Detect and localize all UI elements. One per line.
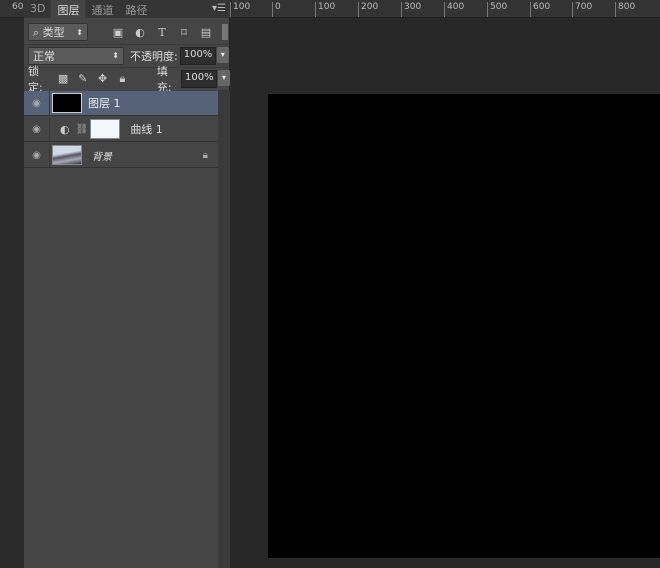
panel-menu-icon[interactable]: ▾☰	[212, 3, 226, 14]
image-filter-icon[interactable]: ▣	[110, 26, 126, 39]
lock-all-icon[interactable]: 🔒︎	[116, 72, 130, 86]
blend-mode-value: 正常	[33, 49, 55, 63]
panel-tabs: 3D 图层 通道 路径 ▾☰	[24, 0, 230, 18]
ruler-label: 500	[487, 2, 507, 17]
fill-input[interactable]: 100%	[181, 69, 218, 88]
ruler-label: 400	[444, 2, 464, 17]
layer-name: 曲线 1	[130, 123, 163, 136]
opacity-dropdown[interactable]: ▾	[216, 46, 229, 63]
opacity-label: 不透明度:	[130, 49, 178, 63]
adjustment-filter-icon[interactable]: ◐	[132, 26, 148, 39]
left-strip	[0, 0, 24, 568]
ruler-label: 100	[230, 2, 250, 17]
lock-transparent-icon[interactable]: ▩	[56, 72, 70, 85]
eye-icon[interactable]: ◉	[24, 143, 50, 167]
top-ruler: 100 0 100 200 300 400 500 600 700 800	[230, 0, 660, 18]
ruler-label: 60	[12, 2, 24, 12]
shape-filter-icon[interactable]: ⌑	[176, 26, 192, 39]
filter-kind-value: 类型	[42, 26, 65, 39]
layer-name: 图层 1	[88, 97, 121, 110]
lock-row: 锁定: ▩ ✎ ✥ 🔒︎ 填充: 100% ▾	[24, 65, 231, 94]
ruler-label: 700	[572, 2, 592, 17]
lock-icon: 🔒︎	[202, 149, 208, 161]
fill-label: 填充:	[156, 64, 172, 94]
adjustment-layer-icon: ◐	[60, 122, 70, 136]
layer-thumbnail	[52, 93, 82, 113]
tab-channels[interactable]: 通道	[85, 0, 119, 18]
search-icon: ⌕	[33, 26, 40, 39]
opacity-input[interactable]: 100%	[179, 46, 216, 65]
layer-thumbnail	[52, 145, 82, 165]
layer-name: 背景	[92, 151, 112, 163]
layer-item[interactable]: ◉ 背景 🔒︎	[24, 143, 218, 168]
document-canvas[interactable]	[268, 94, 660, 558]
filter-toggle[interactable]	[222, 24, 228, 40]
ruler-label: 600	[530, 2, 550, 17]
mask-thumbnail	[90, 119, 121, 139]
scrollbar[interactable]	[218, 90, 230, 568]
lock-paint-icon[interactable]: ✎	[76, 72, 90, 85]
lock-label: 锁定:	[28, 64, 43, 94]
tab-paths[interactable]: 路径	[119, 0, 153, 18]
filter-row: ⌕ 类型 ⬍ ▣ ◐ T ⌑ ▤	[24, 21, 230, 43]
type-filter-icon[interactable]: T	[154, 26, 170, 39]
eye-icon[interactable]: ◉	[24, 91, 50, 115]
fill-dropdown[interactable]: ▾	[218, 69, 231, 86]
blend-row: 正常 ⬍ 不透明度: 100% ▾	[24, 44, 230, 66]
ruler-label: 800	[615, 2, 635, 17]
lock-move-icon[interactable]: ✥	[96, 72, 110, 85]
smart-object-filter-icon[interactable]: ▤	[198, 26, 214, 39]
ruler-label: 200	[358, 2, 378, 17]
layers-panel: 3D 图层 通道 路径 ▾☰ ⌕ 类型 ⬍ ▣ ◐ T ⌑ ▤ 正常 ⬍ 不透明度:…	[24, 0, 231, 568]
ruler-label: 300	[401, 2, 421, 17]
filter-kind-select[interactable]: ⌕ 类型 ⬍	[28, 23, 88, 41]
left-ruler: 60	[0, 0, 24, 18]
tab-3d[interactable]: 3D	[24, 0, 51, 18]
eye-icon[interactable]: ◉	[24, 117, 50, 141]
layer-item[interactable]: ◉ 图层 1	[24, 91, 218, 116]
ruler-label: 0	[272, 2, 281, 17]
layer-item[interactable]: ◉ ◐ ⛓ 曲线 1	[24, 117, 218, 142]
ruler-label: 100	[315, 2, 335, 17]
tab-layers[interactable]: 图层	[51, 0, 86, 18]
link-icon[interactable]: ⛓	[76, 124, 89, 135]
